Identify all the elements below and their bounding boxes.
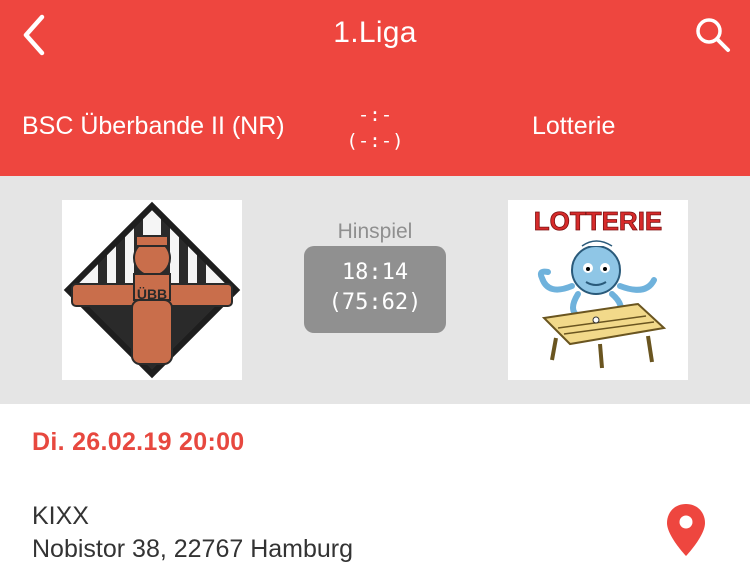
venue-info: KIXX Nobistor 38, 22767 Hamburg <box>32 500 353 566</box>
result-score-detail: (75:62) <box>328 290 422 315</box>
map-pin-button[interactable] <box>664 502 708 558</box>
home-team-name: BSC Überbande II (NR) <box>22 112 285 140</box>
home-logo-text: ÜBB <box>137 286 167 302</box>
header-score: -:- (-:-) <box>330 102 420 154</box>
search-icon <box>696 18 730 52</box>
search-button[interactable] <box>690 12 736 58</box>
match-header: 1.Liga BSC Überbande II (NR) -:- (-:-) L… <box>0 0 750 176</box>
away-logo-text: LOTTERIE <box>534 206 663 236</box>
venue-address: Nobistor 38, 22767 Hamburg <box>32 535 354 563</box>
away-team-logo: LOTTERIE <box>508 200 688 380</box>
result-score: 18:14 <box>341 260 409 285</box>
home-team-logo: ÜBB <box>62 200 242 380</box>
match-datetime: Di. 26.02.19 20:00 <box>32 428 245 456</box>
league-title: 1.Liga <box>333 16 417 49</box>
leg-label: Hinspiel <box>337 220 413 243</box>
venue-name: KIXX <box>32 502 89 530</box>
header-score-detail: (-:-) <box>346 130 404 152</box>
match-summary: ÜBB Hinspiel 18:14 (75:62) LOTTERIE <box>0 176 750 404</box>
result-box: 18:14 (75:62) <box>304 246 446 333</box>
map-pin-icon <box>667 504 705 556</box>
header-score-main: -:- <box>357 104 393 126</box>
away-team-name: Lotterie <box>532 112 616 140</box>
